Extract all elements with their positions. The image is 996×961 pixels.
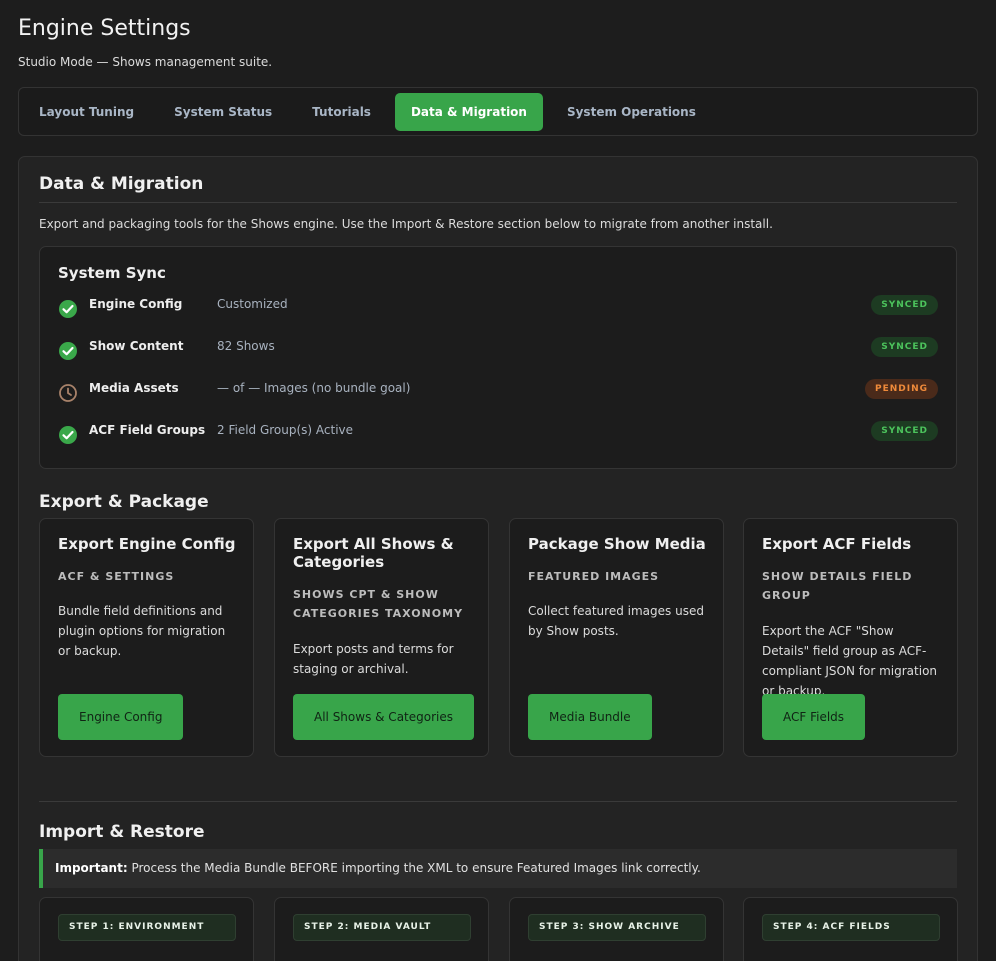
status-badge: SYNCED (871, 337, 938, 357)
card-title: Export Engine Config (58, 535, 236, 553)
divider (39, 801, 957, 802)
tab-tutorials[interactable]: Tutorials (296, 93, 387, 131)
export-section-title: Export & Package (39, 492, 209, 512)
status-badge: SYNCED (871, 421, 938, 441)
export-all-shows-button[interactable]: All Shows & Categories (293, 694, 474, 740)
step-card-show-archive: STEP 3: SHOW ARCHIVE (509, 897, 724, 961)
sync-row-acf-field-groups: ACF Field Groups 2 Field Group(s) Active… (58, 421, 938, 446)
card-subtitle: ACF & SETTINGS (58, 570, 175, 583)
export-card-engine-config: Export Engine Config ACF & SETTINGS Bund… (39, 518, 254, 757)
sync-value: Customized (217, 297, 288, 311)
sync-value: 2 Field Group(s) Active (217, 423, 354, 437)
page-subtitle: Studio Mode — Shows management suite. (18, 55, 273, 69)
important-notice: Important: Process the Media Bundle BEFO… (39, 849, 957, 888)
check-circle-icon (59, 426, 77, 444)
export-acf-fields-button[interactable]: ACF Fields (762, 694, 866, 740)
system-sync-box: System Sync Engine Config Customized SYN… (39, 246, 957, 469)
sync-label: Engine Config (89, 297, 183, 311)
status-badge: PENDING (864, 379, 938, 399)
sync-row-show-content: Show Content 82 Shows SYNCED (58, 337, 938, 362)
import-section-title: Import & Restore (39, 822, 205, 842)
tab-system-operations[interactable]: System Operations (551, 93, 712, 131)
sync-label: Media Assets (89, 381, 179, 395)
card-subtitle: SHOW DETAILS FIELD GROUP (762, 570, 913, 602)
sync-row-media-assets: Media Assets — of — Images (no bundle go… (58, 379, 938, 404)
sync-value: 82 Shows (217, 339, 275, 353)
page-title: Engine Settings (18, 16, 191, 41)
sync-label: ACF Field Groups (89, 423, 206, 437)
notice-label: Important: (55, 861, 128, 875)
tab-system-status[interactable]: System Status (158, 93, 288, 131)
tab-bar: Layout Tuning System Status Tutorials Da… (18, 87, 978, 136)
export-card-show-media: Package Show Media FEATURED IMAGES Colle… (509, 518, 724, 757)
check-circle-icon (59, 342, 77, 360)
panel-title: Data & Migration (39, 174, 204, 194)
export-engine-config-button[interactable]: Engine Config (58, 694, 184, 740)
status-badge: SYNCED (871, 295, 938, 315)
step-label: STEP 3: SHOW ARCHIVE (528, 914, 706, 941)
card-subtitle: SHOWS CPT & SHOW CATEGORIES TAXONOMY (293, 588, 464, 620)
step-card-environment: STEP 1: ENVIRONMENT (39, 897, 254, 961)
card-description: Collect featured images used by Show pos… (528, 604, 704, 638)
step-label: STEP 1: ENVIRONMENT (58, 914, 236, 941)
card-description: Export the ACF "Show Details" field grou… (762, 624, 938, 698)
tab-data-migration[interactable]: Data & Migration (394, 92, 543, 131)
tab-layout-tuning[interactable]: Layout Tuning (23, 93, 150, 131)
media-bundle-button[interactable]: Media Bundle (528, 694, 652, 740)
panel-intro: Export and packaging tools for the Shows… (39, 217, 773, 231)
sync-label: Show Content (89, 339, 184, 353)
sync-row-engine-config: Engine Config Customized SYNCED (58, 295, 938, 320)
card-title: Export All Shows & Categories (293, 535, 454, 571)
step-card-media-vault: STEP 2: MEDIA VAULT (274, 897, 489, 961)
card-subtitle: FEATURED IMAGES (528, 570, 660, 583)
card-description: Export posts and terms for staging or ar… (293, 642, 454, 676)
check-circle-icon (59, 300, 77, 318)
system-sync-title: System Sync (58, 264, 166, 282)
clock-icon (59, 384, 77, 402)
card-title: Export ACF Fields (762, 535, 912, 553)
export-card-acf-fields: Export ACF Fields SHOW DETAILS FIELD GRO… (743, 518, 958, 757)
card-title: Package Show Media (528, 535, 706, 553)
export-card-shows-categories: Export All Shows & Categories SHOWS CPT … (274, 518, 489, 757)
card-description: Bundle field definitions and plugin opti… (58, 604, 226, 658)
data-migration-panel: Data & Migration Export and packaging to… (18, 156, 978, 961)
sync-value: — of — Images (no bundle goal) (217, 381, 411, 395)
divider (39, 202, 957, 203)
step-label: STEP 4: ACF FIELDS (762, 914, 940, 941)
step-card-acf-fields: STEP 4: ACF FIELDS (743, 897, 958, 961)
notice-text: Process the Media Bundle BEFORE importin… (127, 861, 701, 875)
step-label: STEP 2: MEDIA VAULT (293, 914, 471, 941)
